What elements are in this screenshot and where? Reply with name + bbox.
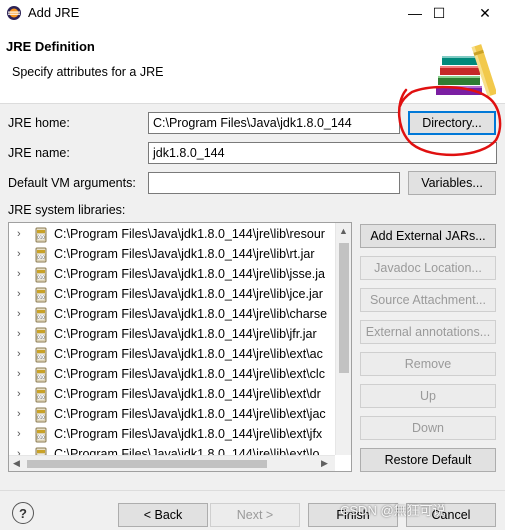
jar-icon: 010 bbox=[33, 287, 49, 303]
chevron-right-icon[interactable]: › bbox=[17, 288, 27, 300]
remove-button[interactable]: Remove bbox=[360, 352, 496, 376]
svg-text:010: 010 bbox=[37, 395, 45, 400]
chevron-right-icon[interactable]: › bbox=[17, 328, 27, 340]
library-row[interactable]: › 010 C:\Program Files\Java\jdk1.8.0_144\j… bbox=[9, 365, 349, 385]
svg-text:010: 010 bbox=[37, 275, 45, 280]
scroll-up-icon[interactable]: ▲ bbox=[339, 226, 348, 236]
library-path: C:\Program Files\Java\jdk1.8.0_144\jre\l… bbox=[54, 267, 325, 281]
scroll-left-icon[interactable]: ◀ bbox=[13, 458, 20, 469]
external-annotations-button[interactable]: External annotations... bbox=[360, 320, 496, 344]
next-button[interactable]: Next > bbox=[210, 503, 300, 527]
library-path: C:\Program Files\Java\jdk1.8.0_144\jre\l… bbox=[54, 287, 323, 301]
vertical-scroll-thumb[interactable] bbox=[339, 243, 349, 373]
jar-icon: 010 bbox=[33, 407, 49, 423]
library-row[interactable]: › 010 C:\Program Files\Java\jdk1.8.0_144\j… bbox=[9, 245, 349, 265]
chevron-right-icon[interactable]: › bbox=[17, 348, 27, 360]
vm-arguments-label: Default VM arguments: bbox=[8, 176, 136, 190]
library-path: C:\Program Files\Java\jdk1.8.0_144\jre\l… bbox=[54, 307, 328, 321]
jar-icon: 010 bbox=[33, 387, 49, 403]
svg-text:010: 010 bbox=[37, 355, 45, 360]
chevron-right-icon[interactable]: › bbox=[17, 388, 27, 400]
svg-text:010: 010 bbox=[37, 235, 45, 240]
horizontal-scrollbar[interactable]: ◀ ▶ bbox=[9, 455, 335, 471]
chevron-right-icon[interactable]: › bbox=[17, 248, 27, 260]
library-path: C:\Program Files\Java\jdk1.8.0_144\jre\l… bbox=[54, 347, 323, 361]
svg-text:010: 010 bbox=[37, 335, 45, 340]
library-row[interactable]: › 010 C:\Program Files\Java\jdk1.8.0_144\j… bbox=[9, 425, 349, 445]
chevron-right-icon[interactable]: › bbox=[17, 428, 27, 440]
books-icon bbox=[436, 44, 496, 97]
eclipse-icon bbox=[7, 6, 21, 20]
chevron-right-icon[interactable]: › bbox=[17, 408, 27, 420]
maximize-icon: ☐ bbox=[432, 4, 446, 21]
jar-icon: 010 bbox=[33, 267, 49, 283]
footer-divider bbox=[0, 490, 505, 491]
close-button[interactable]: ✕ bbox=[467, 0, 503, 26]
svg-text:010: 010 bbox=[37, 415, 45, 420]
chevron-right-icon[interactable]: › bbox=[17, 268, 27, 280]
system-libraries-label: JRE system libraries: bbox=[8, 203, 126, 217]
add-external-jars-button[interactable]: Add External JARs... bbox=[360, 224, 496, 248]
header-title: JRE Definition bbox=[6, 39, 95, 54]
javadoc-location-button[interactable]: Javadoc Location... bbox=[360, 256, 496, 280]
library-row[interactable]: › 010 C:\Program Files\Java\jdk1.8.0_144\j… bbox=[9, 265, 349, 285]
library-row[interactable]: › 010 C:\Program Files\Java\jdk1.8.0_144\j… bbox=[9, 225, 349, 245]
library-row[interactable]: › 010 C:\Program Files\Java\jdk1.8.0_144\j… bbox=[9, 325, 349, 345]
down-button[interactable]: Down bbox=[360, 416, 496, 440]
jar-icon: 010 bbox=[33, 247, 49, 263]
chevron-right-icon[interactable]: › bbox=[17, 308, 27, 320]
library-row[interactable]: › 010 C:\Program Files\Java\jdk1.8.0_144\j… bbox=[9, 285, 349, 305]
library-row[interactable]: › 010 C:\Program Files\Java\jdk1.8.0_144\j… bbox=[9, 405, 349, 425]
svg-text:010: 010 bbox=[37, 295, 45, 300]
library-row[interactable]: › 010 C:\Program Files\Java\jdk1.8.0_144\j… bbox=[9, 385, 349, 405]
svg-text:010: 010 bbox=[37, 255, 45, 260]
jar-icon: 010 bbox=[33, 227, 49, 243]
library-path: C:\Program Files\Java\jdk1.8.0_144\jre\l… bbox=[54, 407, 326, 421]
watermark: CSDN @無狂可说 bbox=[340, 503, 446, 518]
jar-icon: 010 bbox=[33, 347, 49, 363]
variables-button[interactable]: Variables... bbox=[408, 171, 496, 195]
jre-home-label: JRE home: bbox=[8, 116, 70, 130]
library-path: C:\Program Files\Java\jdk1.8.0_144\jre\l… bbox=[54, 227, 325, 241]
jar-icon: 010 bbox=[33, 367, 49, 383]
library-path: C:\Program Files\Java\jdk1.8.0_144\jre\l… bbox=[54, 367, 325, 381]
vertical-scrollbar[interactable]: ▲ bbox=[335, 223, 351, 455]
title-bar: Add JRE — ☐ ✕ bbox=[0, 0, 505, 26]
system-libraries-tree[interactable]: › 010 C:\Program Files\Java\jdk1.8.0_144\j… bbox=[8, 222, 352, 472]
help-icon[interactable]: ? bbox=[12, 502, 34, 524]
maximize-button[interactable]: ☐ bbox=[421, 0, 457, 26]
svg-text:010: 010 bbox=[37, 315, 45, 320]
header-subtitle: Specify attributes for a JRE bbox=[12, 65, 164, 79]
scroll-right-icon[interactable]: ▶ bbox=[321, 458, 328, 469]
up-button[interactable]: Up bbox=[360, 384, 496, 408]
dialog-header: JRE Definition Specify attributes for a … bbox=[0, 26, 505, 104]
svg-text:010: 010 bbox=[37, 375, 45, 380]
library-row[interactable]: › 010 C:\Program Files\Java\jdk1.8.0_144\j… bbox=[9, 345, 349, 365]
library-path: C:\Program Files\Java\jdk1.8.0_144\jre\l… bbox=[54, 327, 317, 341]
jre-home-input[interactable]: C:\Program Files\Java\jdk1.8.0_144 bbox=[148, 112, 400, 134]
library-path: C:\Program Files\Java\jdk1.8.0_144\jre\l… bbox=[54, 247, 315, 261]
vm-arguments-input[interactable] bbox=[148, 172, 400, 194]
svg-text:010: 010 bbox=[37, 435, 45, 440]
close-icon: ✕ bbox=[479, 4, 491, 21]
library-path: C:\Program Files\Java\jdk1.8.0_144\jre\l… bbox=[54, 387, 321, 401]
chevron-right-icon[interactable]: › bbox=[17, 368, 27, 380]
minimize-icon: — bbox=[408, 5, 422, 21]
library-row[interactable]: › 010 C:\Program Files\Java\jdk1.8.0_144\j… bbox=[9, 305, 349, 325]
jar-icon: 010 bbox=[33, 307, 49, 323]
chevron-right-icon[interactable]: › bbox=[17, 228, 27, 240]
jar-icon: 010 bbox=[33, 427, 49, 443]
jar-icon: 010 bbox=[33, 327, 49, 343]
window-title: Add JRE bbox=[28, 5, 80, 20]
library-path: C:\Program Files\Java\jdk1.8.0_144\jre\l… bbox=[54, 427, 323, 441]
source-attachment-button[interactable]: Source Attachment... bbox=[360, 288, 496, 312]
directory-button[interactable]: Directory... bbox=[408, 111, 496, 135]
restore-default-button[interactable]: Restore Default bbox=[360, 448, 496, 472]
back-button[interactable]: < Back bbox=[118, 503, 208, 527]
jre-name-label: JRE name: bbox=[8, 146, 70, 160]
jre-name-input[interactable]: jdk1.8.0_144 bbox=[148, 142, 497, 164]
horizontal-scroll-thumb[interactable] bbox=[27, 460, 267, 468]
